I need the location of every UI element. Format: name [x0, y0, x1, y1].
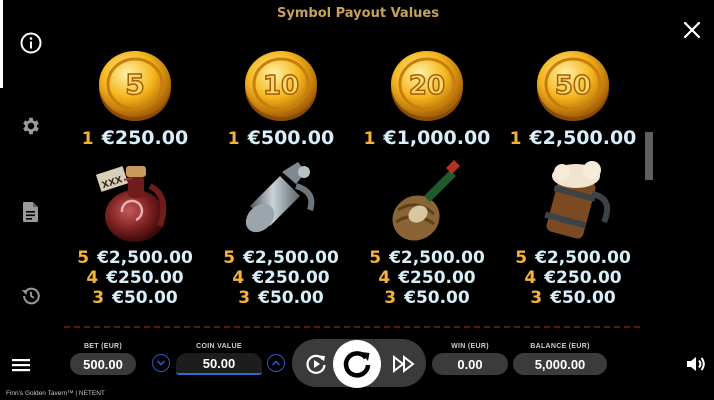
symbol-card: 10 1 €500.00 — [208, 44, 354, 149]
coin-5-icon: 5 — [99, 51, 171, 121]
history-icon — [21, 287, 40, 305]
info-icon — [20, 32, 42, 54]
symbol-card: 5 1 €250.00 — [62, 44, 208, 149]
coin-value-label: 50 — [555, 71, 591, 101]
chevron-up-icon — [271, 360, 281, 366]
payout-line: 4 €250.00 — [86, 268, 184, 288]
spin-button[interactable] — [333, 340, 381, 388]
page-title: Symbol Payout Values — [277, 6, 439, 21]
coin-50-icon: 50 — [537, 51, 609, 121]
payout-list: 5 €2,500.00 4 €250.00 3 €50.00 — [62, 248, 208, 308]
potion-jug-icon: XXX — [95, 166, 167, 242]
coin-value-decrease-button[interactable] — [152, 354, 170, 372]
scrollbar-thumb[interactable] — [645, 132, 653, 180]
history-tab-button[interactable] — [14, 279, 48, 313]
autoplay-button[interactable] — [302, 350, 330, 378]
paytable-panel: Symbol Payout Values 5 1 €250.00 10 1 €50 — [62, 0, 654, 336]
payout-line: 5 €2,500.00 — [223, 248, 339, 268]
hamburger-icon — [12, 359, 30, 372]
payout-line: 4 €250.00 — [232, 268, 330, 288]
balance-value: 5,000.00 — [513, 353, 607, 375]
symbol-card: 20 1 €1,000.00 — [354, 44, 500, 149]
beer-tankard-icon — [544, 161, 610, 239]
menu-button[interactable] — [10, 356, 32, 374]
turbo-button[interactable] — [391, 352, 417, 376]
symbol-card: 50 1 €2,500.00 — [500, 44, 646, 149]
symbol-card: 5 €2,500.00 4 €250.00 3 €50.00 — [208, 156, 354, 308]
bet-value[interactable]: 500.00 — [70, 353, 136, 375]
info-tab-button[interactable] — [14, 26, 48, 60]
payout-line: 3 €50.00 — [92, 288, 178, 308]
rules-tab-button[interactable] — [14, 195, 48, 229]
payout-line: 3 €50.00 — [384, 288, 470, 308]
payout-line: 4 €250.00 — [524, 268, 622, 288]
payout-line: 1 €500.00 — [227, 127, 335, 149]
scrollbar-track[interactable] — [645, 40, 653, 330]
win-label: WIN (EUR) — [451, 343, 489, 350]
chevron-down-icon — [156, 360, 166, 366]
payout-line: 1 €250.00 — [81, 127, 189, 149]
symbol-card: 5 €2,500.00 4 €250.00 3 €50.00 — [354, 156, 500, 308]
payout-line: 1 €2,500.00 — [509, 127, 637, 149]
coin-value-label: 5 — [125, 68, 144, 101]
wine-bottle-icon — [392, 160, 460, 241]
settings-tab-button[interactable] — [14, 109, 48, 143]
close-button[interactable] — [680, 18, 704, 42]
payout-line: 3 €50.00 — [238, 288, 324, 308]
close-icon — [683, 21, 701, 39]
coin-value-label: 10 — [263, 71, 299, 101]
payout-line: 5 €2,500.00 — [369, 248, 485, 268]
sound-button[interactable] — [684, 352, 708, 376]
coin-value-field[interactable]: 50.00 — [176, 353, 262, 375]
coin-10-icon: 10 — [245, 51, 317, 121]
payout-line: 1 €1,000.00 — [363, 127, 491, 149]
game-title-footer: Finn's Golden Tavern™ | NETENT — [6, 390, 105, 397]
payout-list: 5 €2,500.00 4 €250.00 3 €50.00 — [208, 248, 354, 308]
coin-value-label: 20 — [409, 71, 445, 101]
gear-icon — [23, 117, 39, 135]
win-value: 0.00 — [432, 353, 508, 375]
side-menu — [0, 0, 62, 340]
autoplay-icon — [306, 354, 326, 374]
spin-icon — [343, 351, 371, 378]
balance-label: BALANCE (EUR) — [530, 343, 590, 350]
coin-value-increase-button[interactable] — [267, 354, 285, 372]
pewter-jug-icon — [245, 162, 315, 233]
symbol-card: XXX 5 €2,500.00 4 €250.00 3 €50.00 — [62, 156, 208, 308]
active-tab-indicator — [0, 0, 3, 88]
payout-line: 4 €250.00 — [378, 268, 476, 288]
document-icon — [23, 202, 38, 222]
payout-line: 5 €2,500.00 — [515, 248, 631, 268]
coin-value-label: COIN VALUE — [196, 343, 242, 350]
divider — [64, 326, 642, 328]
payout-line: 3 €50.00 — [530, 288, 616, 308]
payout-list: 5 €2,500.00 4 €250.00 3 €50.00 — [354, 248, 500, 308]
payout-list: 5 €2,500.00 4 €250.00 3 €50.00 — [500, 248, 646, 308]
speaker-icon — [687, 357, 705, 371]
coin-20-icon: 20 — [391, 51, 463, 121]
bet-label: BET (EUR) — [83, 343, 123, 350]
fast-forward-icon — [393, 354, 415, 374]
payout-line: 5 €2,500.00 — [77, 248, 193, 268]
symbol-card: 5 €2,500.00 4 €250.00 3 €50.00 — [500, 156, 646, 308]
